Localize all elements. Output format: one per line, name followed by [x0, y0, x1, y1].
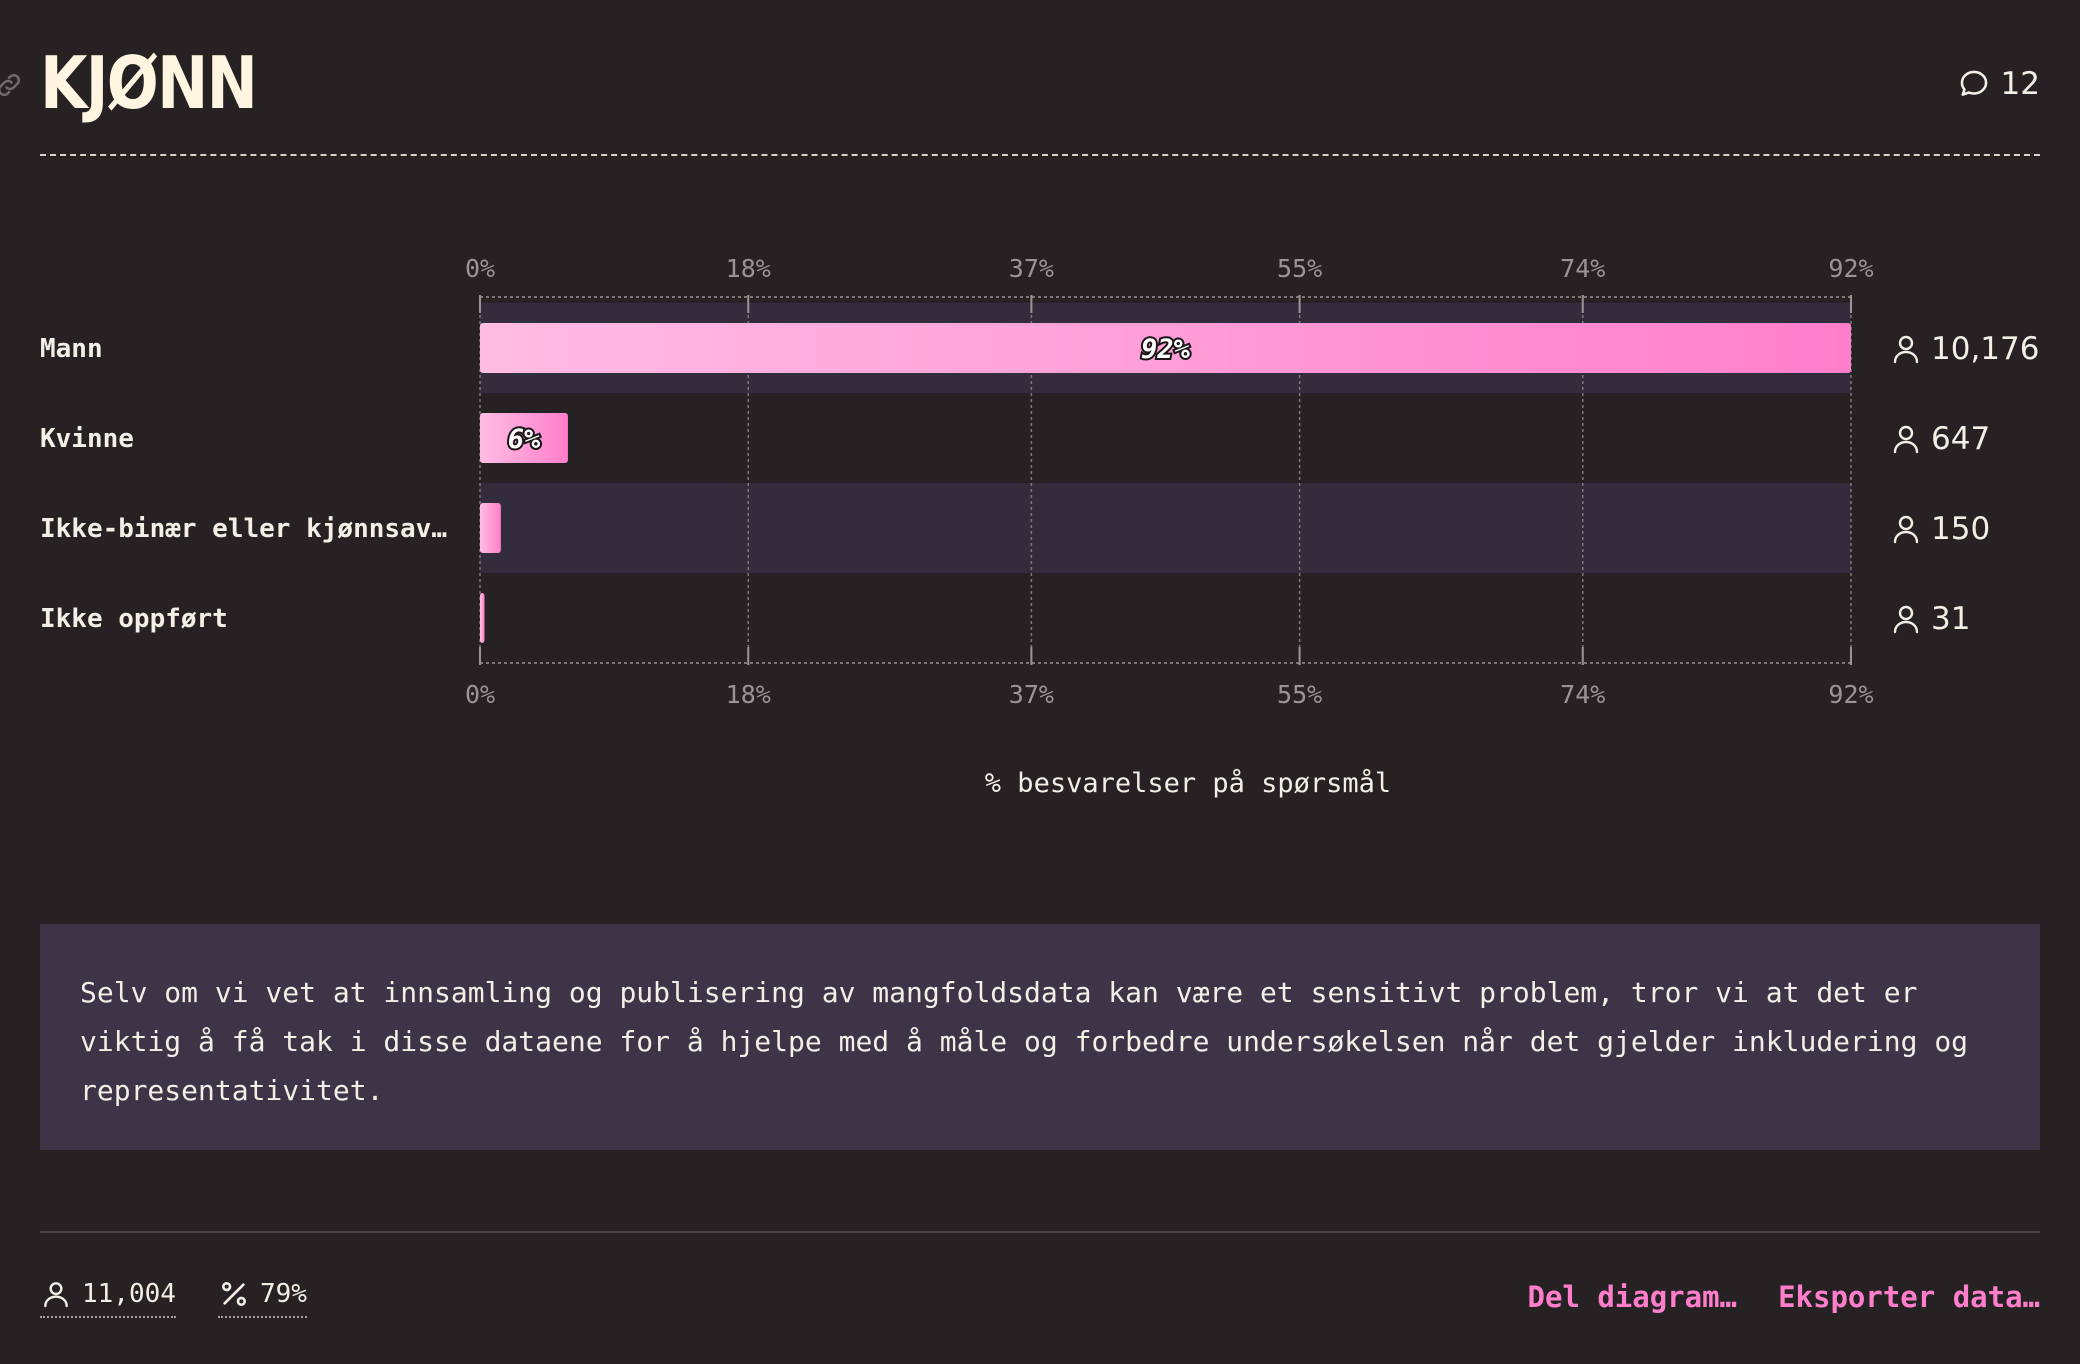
comment-bubble-icon [1960, 70, 1987, 96]
top-tick-label: 55% [1277, 254, 1322, 283]
bar-value-label: 6% [508, 424, 541, 455]
top-tick-label: 92% [1828, 254, 1873, 283]
category-label: Kvinne [40, 424, 134, 454]
bottom-tick-label: 0% [465, 680, 495, 709]
link-icon[interactable] [0, 70, 24, 100]
user-icon [1893, 425, 1919, 454]
respondent-count: 150 [1931, 511, 1990, 547]
bottom-tick-label: 92% [1828, 680, 1873, 709]
bar-value-label: 92% [1141, 334, 1191, 365]
respondents-stat[interactable]: 11,004 [40, 1278, 176, 1318]
respondent-count: 31 [1931, 601, 1970, 637]
title-divider [40, 154, 2040, 156]
response-rate-stat[interactable]: 79% [218, 1278, 307, 1318]
x-axis-title: % besvarelser på spørsmål [985, 768, 1391, 799]
share-chart-button[interactable]: Del diagram… [1527, 1280, 1737, 1314]
respondent-count: 647 [1931, 421, 1990, 457]
export-data-button[interactable]: Eksporter data… [1778, 1280, 2040, 1314]
user-icon [1893, 605, 1919, 634]
info-note-text: Selv om vi vet at innsamling og publiser… [80, 976, 1969, 1107]
bar [480, 593, 485, 643]
bottom-tick-label: 37% [1009, 680, 1054, 709]
comments-button[interactable]: 12 [1957, 66, 2040, 102]
user-icon [1893, 515, 1919, 544]
respondents-count: 11,004 [82, 1279, 176, 1309]
category-label: Ikke-binær eller kjønnsav… [40, 514, 447, 544]
category-label: Mann [40, 334, 103, 364]
footer-divider [40, 1231, 2040, 1233]
bottom-tick-label: 55% [1277, 680, 1322, 709]
user-icon [44, 1282, 68, 1308]
respondent-count: 10,176 [1931, 331, 2039, 367]
bottom-tick-label: 74% [1560, 680, 1605, 709]
top-tick-label: 37% [1009, 254, 1054, 283]
percent-icon [222, 1282, 246, 1306]
category-label: Ikke oppført [40, 604, 228, 634]
bar-chart: 0% 0% 18% 18% 37% 37% 55% 55% 74% 74% 92% 92% Mann 92… [40, 254, 2039, 799]
info-note: Selv om vi vet at innsamling og publiser… [40, 924, 2040, 1150]
response-rate-value: 79% [260, 1279, 307, 1309]
top-tick-label: 74% [1560, 254, 1605, 283]
chart-title: KJØNN [40, 41, 258, 125]
bar [480, 503, 501, 553]
user-icon [1893, 335, 1919, 364]
top-tick-label: 18% [726, 254, 771, 283]
top-tick-label: 0% [465, 254, 495, 283]
bottom-tick-label: 18% [726, 680, 771, 709]
comment-count: 12 [2000, 66, 2040, 102]
row-stripe [480, 483, 1851, 573]
